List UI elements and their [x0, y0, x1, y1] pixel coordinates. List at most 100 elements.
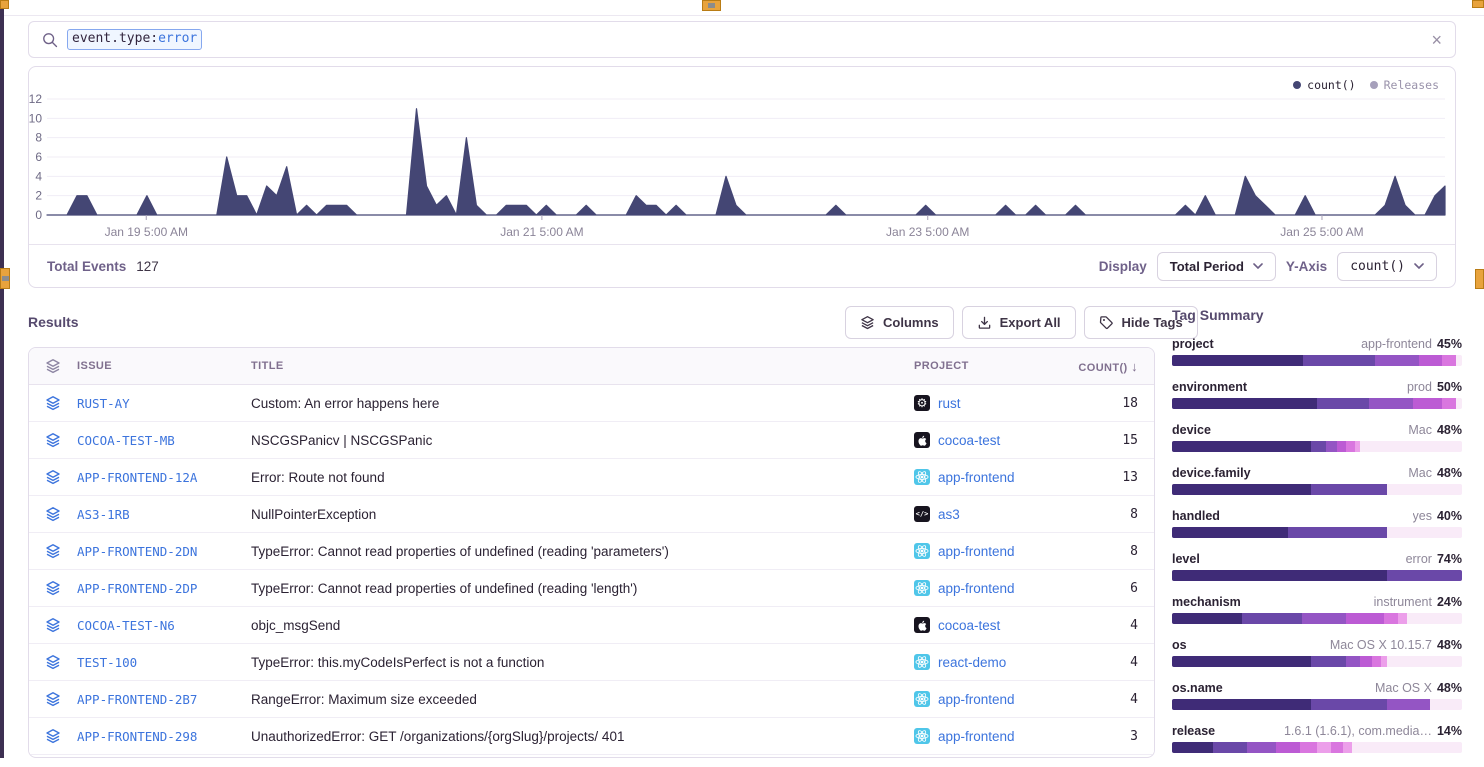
project-link[interactable]: app-frontend	[938, 729, 1015, 744]
search-query-token[interactable]: event.type:error	[67, 29, 202, 50]
tag-summary-row[interactable]: handledyes40%	[1172, 509, 1462, 552]
tag-bar-segment	[1303, 355, 1376, 366]
table-row[interactable]: APP-FRONTEND-12AError: Route not foundap…	[29, 459, 1154, 496]
column-header-issue[interactable]: ISSUE	[77, 360, 251, 372]
issue-link[interactable]: APP-FRONTEND-2B7	[77, 692, 197, 707]
project-link[interactable]: app-frontend	[938, 692, 1015, 707]
tag-bar-segment	[1355, 441, 1361, 452]
issue-link[interactable]: APP-FRONTEND-298	[77, 729, 197, 744]
tag-top-percent: 48%	[1437, 681, 1462, 695]
export-all-button[interactable]: Export All	[962, 306, 1076, 339]
tag-top-percent: 48%	[1437, 466, 1462, 480]
issue-link[interactable]: APP-FRONTEND-2DN	[77, 544, 197, 559]
table-row[interactable]: COCOA-TEST-N6objc_msgSendcocoa-test4	[29, 607, 1154, 644]
project-cell[interactable]: app-frontend	[914, 728, 1074, 744]
tag-distribution-bar[interactable]	[1172, 398, 1462, 409]
tag-bar-segment	[1311, 484, 1386, 495]
project-link[interactable]: app-frontend	[938, 581, 1015, 596]
tag-summary-row[interactable]: environmentprod50%	[1172, 380, 1462, 423]
tag-summary-row[interactable]: device.familyMac48%	[1172, 466, 1462, 509]
chart-footer: Total Events 127 Display Total Period Y-…	[29, 244, 1455, 287]
selection-handle	[702, 0, 721, 11]
project-link[interactable]: app-frontend	[938, 544, 1015, 559]
tag-name: level	[1172, 552, 1200, 566]
issue-link[interactable]: APP-FRONTEND-12A	[77, 470, 197, 485]
event-title: UnauthorizedError: GET /organizations/{o…	[251, 729, 914, 744]
project-link[interactable]: react-demo	[938, 655, 1006, 670]
column-header-project[interactable]: PROJECT	[914, 360, 1074, 372]
project-link[interactable]: as3	[938, 507, 960, 522]
project-cell[interactable]: ⚙rust	[914, 395, 1074, 411]
project-cell[interactable]: app-frontend	[914, 691, 1074, 707]
count-value: 6	[1074, 581, 1154, 596]
tag-distribution-bar[interactable]	[1172, 441, 1462, 452]
issue-link[interactable]: COCOA-TEST-MB	[77, 433, 175, 448]
tag-top-value: instrument	[1374, 595, 1432, 609]
table-row[interactable]: APP-FRONTEND-298 UnauthorizedError: GET /…	[29, 718, 1154, 755]
table-row[interactable]: APP-FRONTEND-2DPTypeError: Cannot read p…	[29, 570, 1154, 607]
columns-button[interactable]: Columns	[845, 306, 954, 339]
project-cell[interactable]: </>as3	[914, 506, 1074, 522]
event-title: TypeError: this.myCodeIsPerfect is not a…	[251, 655, 914, 670]
table-row[interactable]: COCOA-TEST-MBNSCGSPanicv | NSCGSPaniccoc…	[29, 422, 1154, 459]
search-clear-icon[interactable]: ×	[1431, 31, 1442, 49]
project-cell[interactable]: cocoa-test	[914, 432, 1074, 448]
project-cell[interactable]: react-demo	[914, 654, 1074, 670]
tag-bar-segment	[1360, 656, 1372, 667]
tag-summary-row[interactable]: levelerror74%	[1172, 552, 1462, 595]
table-row[interactable]: RUST-AYCustom: An error happens here⚙rus…	[29, 385, 1154, 422]
events-area-chart[interactable]: 024681012Jan 19 5:00 AMJan 21 5:00 AMJan…	[29, 87, 1455, 253]
sort-desc-icon: ↓	[1131, 359, 1138, 374]
tag-summary-row[interactable]: projectapp-frontend45%	[1172, 337, 1462, 380]
tag-bar-segment	[1311, 441, 1326, 452]
yaxis-select[interactable]: count()	[1337, 252, 1437, 281]
tag-name: device	[1172, 423, 1211, 437]
column-header-title[interactable]: TITLE	[251, 360, 914, 372]
project-link[interactable]: app-frontend	[938, 470, 1015, 485]
project-link[interactable]: cocoa-test	[938, 433, 1000, 448]
tag-distribution-bar[interactable]	[1172, 484, 1462, 495]
issue-link[interactable]: COCOA-TEST-N6	[77, 618, 175, 633]
project-cell[interactable]: cocoa-test	[914, 617, 1074, 633]
selection-handle	[1475, 269, 1484, 289]
table-row[interactable]: APP-FRONTEND-2B7RangeError: Maximum size…	[29, 681, 1154, 718]
project-cell[interactable]: app-frontend	[914, 580, 1074, 596]
tag-distribution-bar[interactable]	[1172, 570, 1462, 581]
tag-bar-segment	[1413, 398, 1442, 409]
tag-top-percent: 40%	[1437, 509, 1462, 523]
tag-summary-row[interactable]: osMac OS X 10.15.748%	[1172, 638, 1462, 681]
tag-summary-row[interactable]: deviceMac48%	[1172, 423, 1462, 466]
issue-link[interactable]: AS3-1RB	[77, 507, 130, 522]
project-link[interactable]: cocoa-test	[938, 618, 1000, 633]
issue-link[interactable]: APP-FRONTEND-2DP	[77, 581, 197, 596]
tag-bar-segment	[1326, 441, 1338, 452]
yaxis-label: Y-Axis	[1286, 259, 1327, 274]
display-select[interactable]: Total Period	[1157, 252, 1276, 281]
tag-distribution-bar[interactable]	[1172, 742, 1462, 753]
tag-summary-row[interactable]: os.nameMac OS X48%	[1172, 681, 1462, 724]
chevron-down-icon	[1253, 263, 1263, 269]
tag-distribution-bar[interactable]	[1172, 527, 1462, 538]
issue-link[interactable]: RUST-AY	[77, 396, 130, 411]
column-header-count[interactable]: COUNT() ↓	[1074, 359, 1154, 374]
search-bar[interactable]: event.type:error ×	[28, 21, 1456, 58]
issue-link[interactable]: TEST-100	[77, 655, 137, 670]
tag-bar-segment	[1247, 742, 1276, 753]
tag-distribution-bar[interactable]	[1172, 613, 1462, 624]
tag-distribution-bar[interactable]	[1172, 699, 1462, 710]
table-row[interactable]: APP-FRONTEND-2DNTypeError: Cannot read p…	[29, 533, 1154, 570]
tag-bar-segment	[1331, 742, 1343, 753]
react-platform-icon	[914, 543, 930, 559]
tag-distribution-bar[interactable]	[1172, 355, 1462, 366]
tag-summary-row[interactable]: release1.6.1 (1.6.1), com.media…14%	[1172, 724, 1462, 767]
tag-bar-segment	[1442, 398, 1457, 409]
table-row[interactable]: AS3-1RBNullPointerException</>as38	[29, 496, 1154, 533]
project-cell[interactable]: app-frontend	[914, 469, 1074, 485]
table-row[interactable]: TEST-100 TypeError: this.myCodeIsPerfect …	[29, 644, 1154, 681]
project-link[interactable]: rust	[938, 396, 961, 411]
tag-summary-row[interactable]: mechanisminstrument24%	[1172, 595, 1462, 638]
react-platform-icon	[914, 580, 930, 596]
left-edge-strip	[0, 0, 4, 758]
project-cell[interactable]: app-frontend	[914, 543, 1074, 559]
tag-distribution-bar[interactable]	[1172, 656, 1462, 667]
